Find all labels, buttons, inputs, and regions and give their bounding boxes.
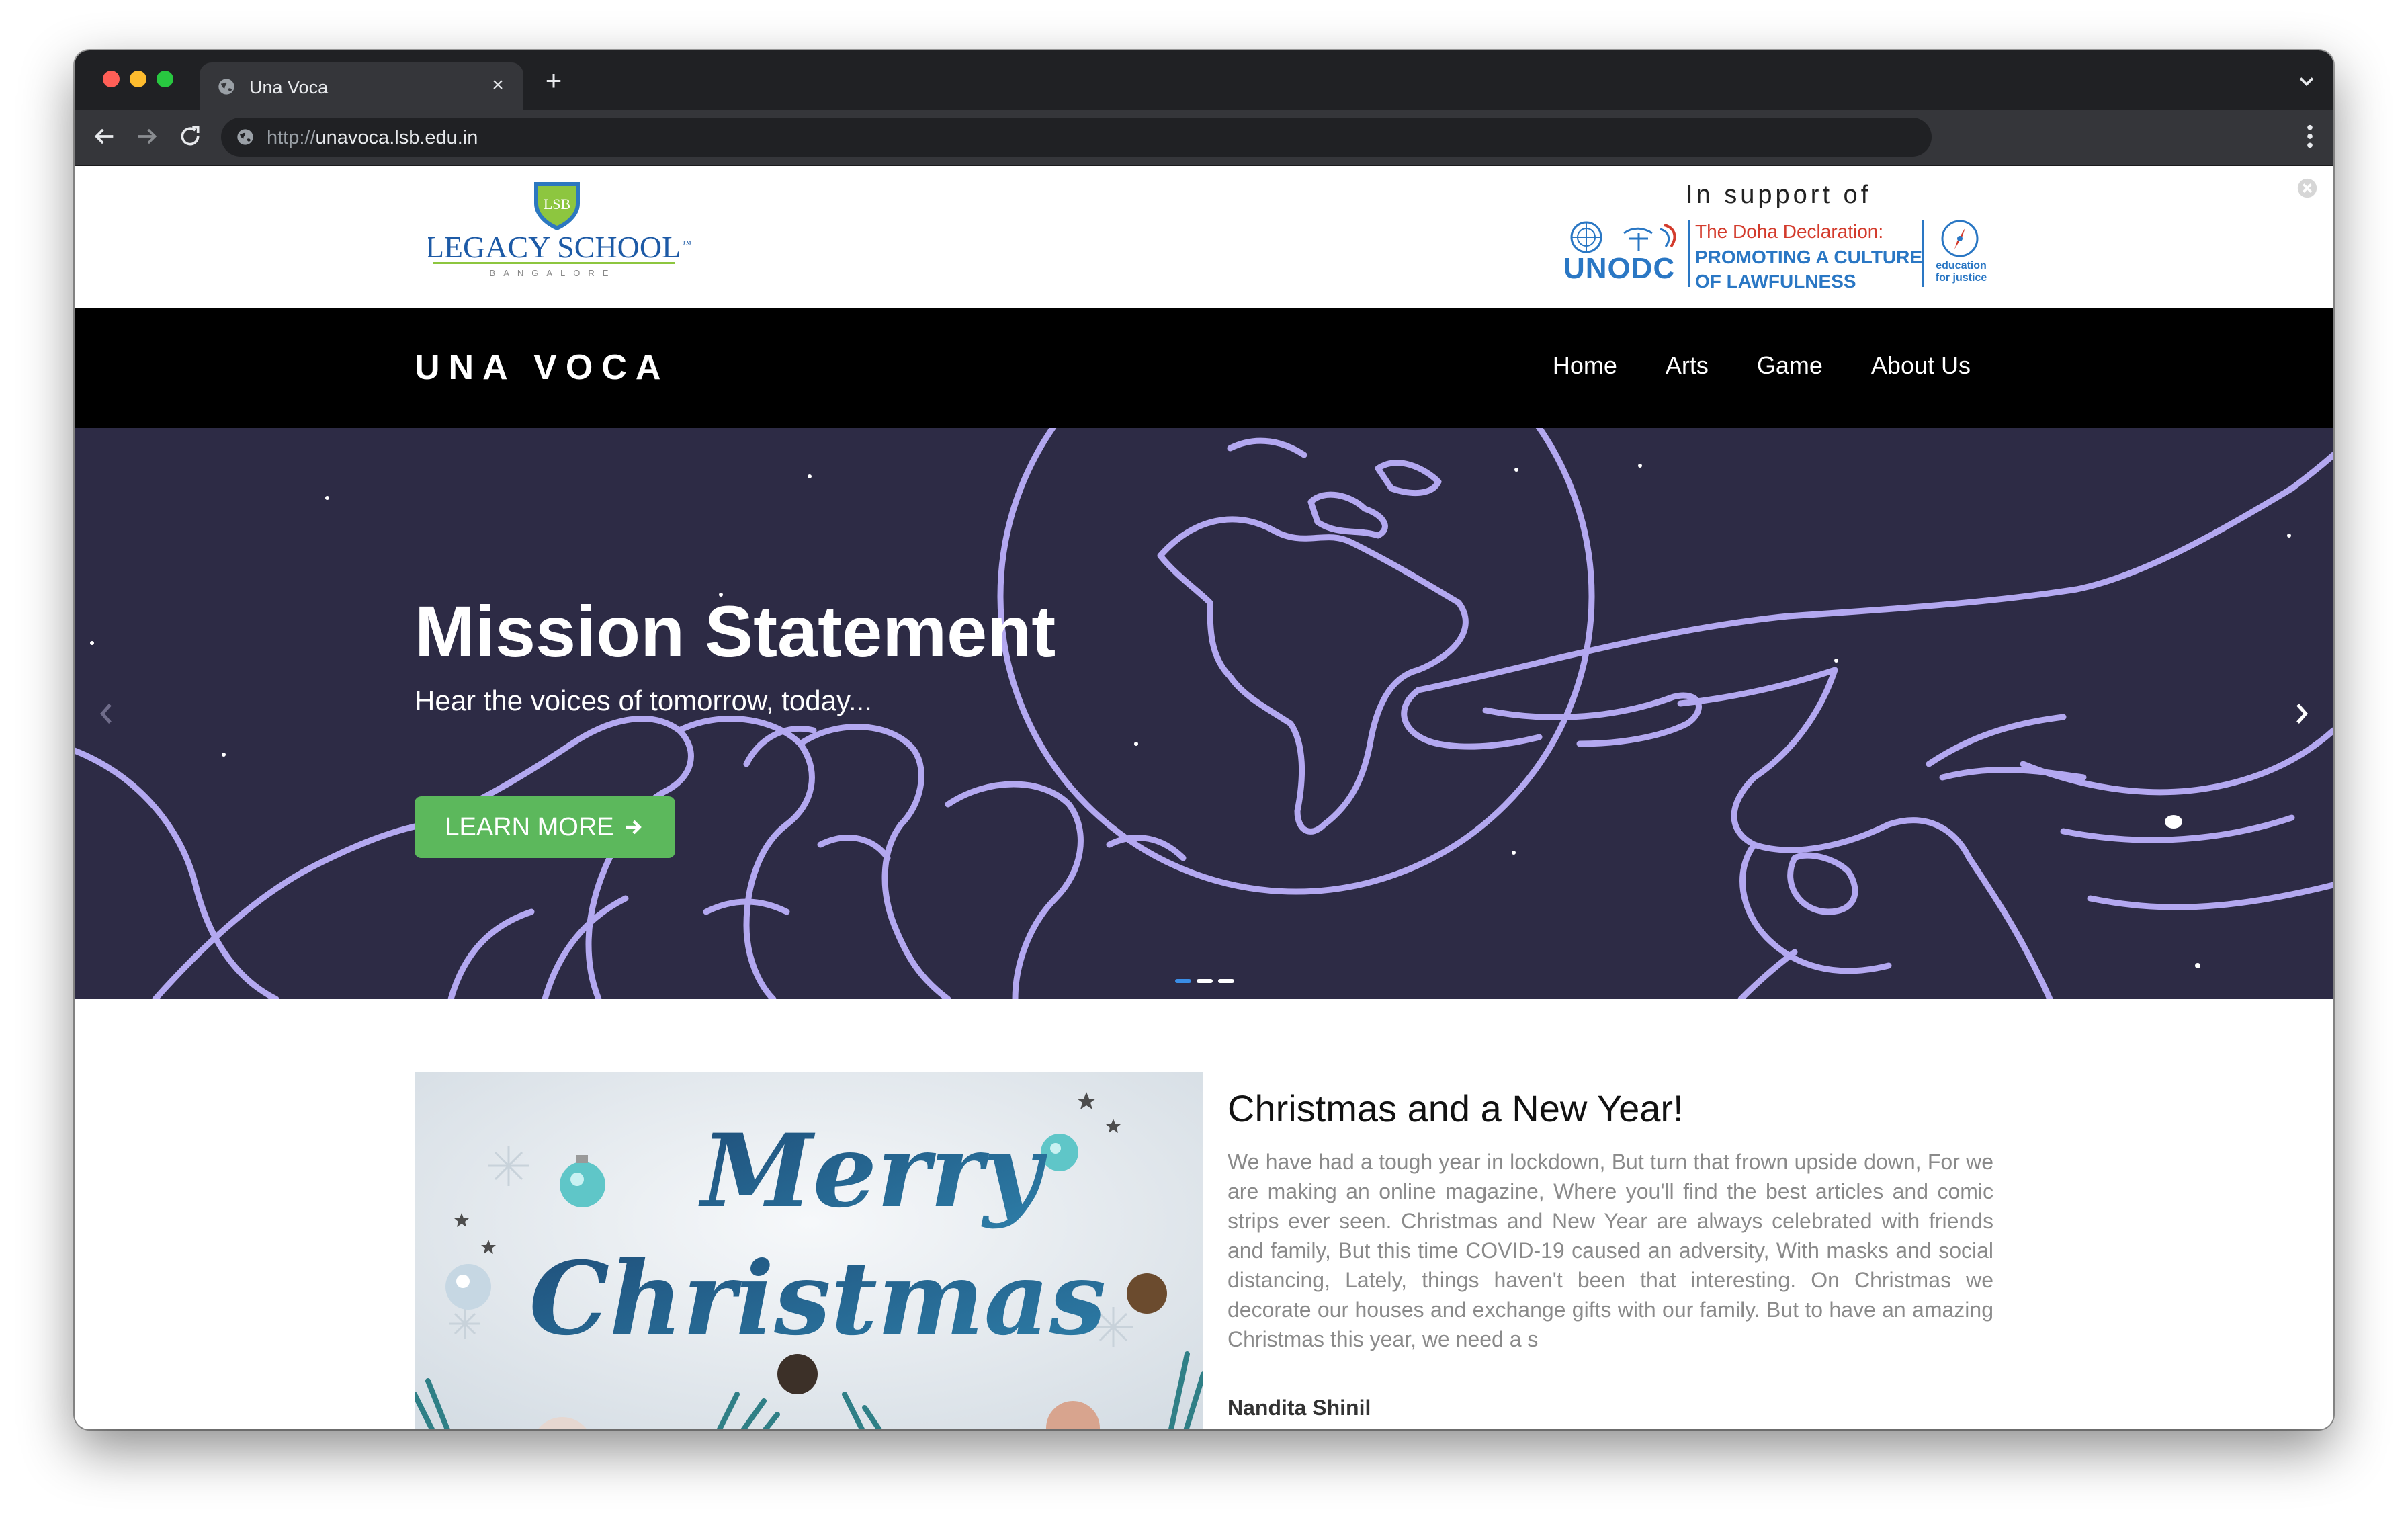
school-city-text: BANGALORE bbox=[490, 268, 617, 278]
forward-arrow-icon[interactable] bbox=[134, 123, 161, 150]
tab-bar: Una Voca × + bbox=[75, 50, 2333, 110]
post-excerpt: We have had a tough year in lockdown, Bu… bbox=[1228, 1150, 1993, 1351]
merry-christmas-image[interactable]: Merry Christmas bbox=[415, 1072, 1203, 1429]
carousel-indicator-3[interactable] bbox=[1218, 979, 1234, 983]
reload-icon[interactable] bbox=[177, 123, 204, 150]
url-host: unavoca.lsb.edu.in bbox=[315, 127, 478, 148]
browser-window: Una Voca × + http://unavoca.lsb.edu.in L… bbox=[75, 50, 2333, 1429]
nav-link-about-us[interactable]: About Us bbox=[1871, 351, 1971, 380]
close-tab-icon[interactable]: × bbox=[484, 72, 511, 99]
un-emblem-icon bbox=[1570, 221, 1676, 253]
address-bar[interactable]: http://unavoca.lsb.edu.in bbox=[221, 118, 1932, 157]
school-tm-text: ™ bbox=[682, 239, 691, 249]
carousel-prev-icon[interactable] bbox=[93, 697, 120, 730]
support-divider bbox=[1688, 220, 1690, 287]
close-window-button[interactable] bbox=[103, 71, 120, 87]
image-text-merry: Merry bbox=[698, 1112, 1048, 1230]
tab-title: Una Voca bbox=[249, 77, 329, 97]
support-divider-2 bbox=[1922, 220, 1924, 287]
support-banner[interactable]: In support of UNODC The Doha Declaration… bbox=[1563, 174, 2020, 292]
unodc-text: UNODC bbox=[1563, 252, 1676, 285]
url-text[interactable]: http://unavoca.lsb.edu.in bbox=[267, 127, 478, 149]
carousel-indicators bbox=[1175, 979, 1234, 983]
globe-icon bbox=[218, 79, 234, 95]
hero-carousel: Mission Statement Hear the voices of tom… bbox=[75, 428, 2333, 999]
hero-title: Mission Statement bbox=[415, 591, 1056, 672]
chevron-down-icon[interactable] bbox=[2294, 69, 2319, 93]
image-text-christmas: Christmas bbox=[529, 1240, 1107, 1358]
carousel-indicator-2[interactable] bbox=[1197, 979, 1213, 983]
site-brand[interactable]: UNA VOCA bbox=[415, 347, 669, 388]
hero-subtitle: Hear the voices of tomorrow, today... bbox=[415, 685, 872, 716]
support-title: In support of bbox=[1686, 181, 1872, 209]
nav-link-game[interactable]: Game bbox=[1757, 351, 1823, 380]
web-page: LSB LEGACY SCHOOL ™ BANGALORE In support… bbox=[75, 166, 2333, 1429]
school-badge-text: LSB bbox=[544, 196, 570, 212]
learn-more-label: LEARN MORE bbox=[445, 812, 614, 841]
maximize-window-button[interactable] bbox=[157, 71, 173, 87]
doha-line-1: The Doha Declaration: bbox=[1695, 221, 1884, 242]
browser-toolbar: http://unavoca.lsb.edu.in bbox=[75, 110, 2333, 166]
compass-icon bbox=[1941, 220, 1979, 257]
nav-link-home[interactable]: Home bbox=[1553, 351, 1617, 380]
hero-illustration bbox=[75, 428, 2333, 999]
carousel-indicator-1[interactable] bbox=[1175, 979, 1191, 983]
featured-post: Merry Christmas Christmas and a New Year… bbox=[75, 999, 2333, 1429]
url-scheme: http:// bbox=[267, 127, 316, 148]
e4j-line-1: education bbox=[1936, 260, 1987, 271]
close-banner-icon[interactable] bbox=[2296, 177, 2319, 200]
kebab-menu-icon[interactable] bbox=[2305, 123, 2315, 150]
post-author: Nandita Shinil bbox=[1228, 1396, 1371, 1420]
e4j-line-2: for justice bbox=[1935, 272, 1987, 284]
arrow-right-icon bbox=[626, 820, 642, 835]
new-tab-button[interactable]: + bbox=[538, 65, 569, 96]
carousel-next-icon[interactable] bbox=[2288, 697, 2315, 730]
site-navbar: UNA VOCA Home Arts Game About Us bbox=[75, 308, 2333, 428]
tab-una-voca[interactable]: Una Voca × bbox=[200, 62, 523, 110]
site-info-globe-icon[interactable] bbox=[236, 128, 255, 146]
doha-line-3: OF LAWFULNESS bbox=[1695, 271, 1856, 292]
header-strip: LSB LEGACY SCHOOL ™ BANGALORE In support… bbox=[75, 166, 2333, 310]
minimize-window-button[interactable] bbox=[130, 71, 146, 87]
school-name-text: LEGACY SCHOOL bbox=[428, 230, 681, 264]
nav-links: Home Arts Game About Us bbox=[1553, 351, 1971, 380]
e4j-text: education for justice bbox=[1932, 260, 1991, 284]
post-title[interactable]: Christmas and a New Year! bbox=[1228, 1087, 1684, 1130]
back-arrow-icon[interactable] bbox=[91, 123, 118, 150]
learn-more-button[interactable]: LEARN MORE bbox=[415, 796, 675, 858]
nav-link-arts[interactable]: Arts bbox=[1666, 351, 1709, 380]
doha-line-2: PROMOTING A CULTURE bbox=[1695, 247, 1923, 267]
legacy-school-logo[interactable]: LSB LEGACY SCHOOL ™ BANGALORE bbox=[428, 175, 697, 283]
